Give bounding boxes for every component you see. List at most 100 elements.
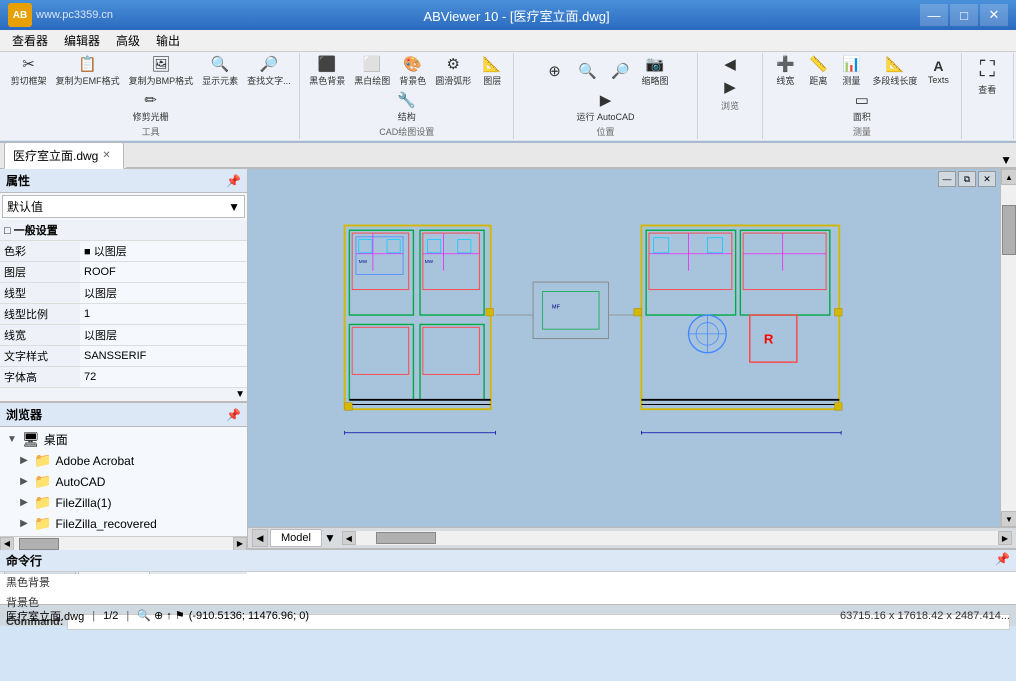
zoom-out-button[interactable]: 🔎: [605, 61, 637, 83]
structure-button[interactable]: 🔧 结构: [391, 90, 423, 125]
dwin-minimize[interactable]: —: [938, 171, 956, 187]
tree-expand-4[interactable]: ▶: [18, 518, 30, 529]
zoom-extend-button[interactable]: ⊕: [539, 61, 571, 83]
window-controls: — □ ✕: [920, 4, 1008, 26]
polyline-length-button[interactable]: 📐 多段线长度: [868, 54, 921, 89]
tree-item-4[interactable]: ▶ 📁 FileZilla_recovered: [2, 513, 245, 534]
prop-row-textheight: 字体高 72: [0, 367, 247, 388]
tree-item-0[interactable]: ▼ 🖥 桌面: [2, 429, 245, 450]
vscroll-track: [1001, 185, 1016, 511]
tree-expand-1[interactable]: ▶: [18, 455, 30, 466]
fullscreen-button[interactable]: ⛶ 查看: [962, 54, 1012, 98]
hscroll-right-btn[interactable]: ▶: [998, 531, 1012, 545]
drawing-hscrollbar[interactable]: ◀ ▶: [342, 531, 1012, 545]
hscroll-thumb[interactable]: [376, 532, 436, 544]
status-page: 1/2: [103, 610, 118, 622]
vscroll-thumb[interactable]: [1002, 205, 1016, 255]
status-coords: (-910.5136; 11476.96; 0): [189, 610, 309, 622]
left-panel: 属性 📌 默认值 ▼ □ 一般设置 色彩 ■ 以图层 图层: [0, 169, 248, 549]
window-title: ABViewer 10 - [医疗室立面.dwg]: [113, 6, 920, 25]
drawing-area[interactable]: — ⧉ ✕: [248, 169, 1016, 527]
copy-bmp-button[interactable]: 🖼 复制为BMP格式: [125, 54, 198, 89]
status-filename: 医疗室立面.dwg: [6, 608, 84, 624]
maximize-button[interactable]: □: [950, 4, 978, 26]
model-tabs: ◀ Model ▼ ◀ ▶: [248, 527, 1016, 549]
zoom-in-button[interactable]: 🔍: [572, 61, 604, 83]
tab-dropdown-icon[interactable]: ▼: [1000, 153, 1012, 167]
props-scroll-down[interactable]: ▼: [235, 389, 245, 400]
file-tab-0[interactable]: 医疗室立面.dwg ✕: [4, 142, 124, 169]
properties-table: □ 一般设置 色彩 ■ 以图层 图层 ROOF 线型 以图层: [0, 220, 247, 388]
trim-raster-button[interactable]: ✏ 修剪光栅: [129, 90, 173, 125]
next-page-button[interactable]: ▶: [714, 77, 746, 99]
drawing-container: — ⧉ ✕: [248, 169, 1016, 549]
show-elements-button[interactable]: 🔍 显示元素: [198, 54, 242, 89]
distance-button[interactable]: 📏 距离: [802, 54, 834, 89]
menu-output[interactable]: 输出: [148, 30, 188, 51]
tree-expand-3[interactable]: ▶: [18, 497, 30, 508]
dwin-close[interactable]: ✕: [978, 171, 996, 187]
minimize-button[interactable]: —: [920, 4, 948, 26]
vscroll-up-btn[interactable]: ▲: [1001, 169, 1016, 185]
status-left: 医疗室立面.dwg | 1/2 | 🔍 ⊕ ↑ ⚑ (-910.5136; 11…: [6, 608, 309, 624]
cut-frame-button[interactable]: ✂ 剪切框架: [7, 54, 51, 89]
linewidth-button[interactable]: ➕ 线宽: [769, 54, 801, 89]
tree-item-1[interactable]: ▶ 📁 Adobe Acrobat: [2, 450, 245, 471]
copy-emf-button[interactable]: 📋 复制为EMF格式: [52, 54, 124, 89]
browser-panel: 浏览器 📌 ▼ 🖥 桌面 ▶ 📁 Adobe Acrobat ▶ 📁 Auto: [0, 402, 247, 550]
vscroll-down-btn[interactable]: ▼: [1001, 511, 1016, 527]
smooth-arc-button[interactable]: ⚙ 圆滑弧形: [431, 54, 475, 89]
file-tab-label-0: 医疗室立面.dwg: [13, 147, 98, 164]
command-output-line-1: 黑色背景: [0, 572, 1016, 592]
measure-label: 测量: [853, 125, 871, 138]
bw-drawing-button[interactable]: ⬜ 黑白绘图: [350, 54, 394, 89]
area-button[interactable]: ▭ 面积: [846, 90, 878, 125]
browse-label: 浏览: [721, 99, 739, 112]
tree-hscroll-left[interactable]: ◀: [0, 537, 14, 551]
texts-button[interactable]: A Texts: [922, 56, 954, 87]
toolbar-row: ✂ 剪切框架 📋 复制为EMF格式 🖼 复制为BMP格式 🔍 显示元素 🔎: [0, 52, 1016, 141]
browser-pin[interactable]: 📌: [226, 408, 241, 422]
black-bg-button[interactable]: ⬛ 黑色背景: [305, 54, 349, 89]
layer-button[interactable]: 📐 图层: [476, 54, 508, 89]
svg-text:MW: MW: [359, 259, 368, 264]
toolbar: ✂ 剪切框架 📋 复制为EMF格式 🖼 复制为BMP格式 🔍 显示元素 🔎: [0, 52, 1016, 143]
drawing-vscrollbar[interactable]: ▲ ▼: [1000, 169, 1016, 527]
toolbar-group-browse: ◀ ▶ 浏览: [698, 53, 763, 139]
menu-advanced[interactable]: 高级: [108, 30, 148, 51]
tree-item-2[interactable]: ▶ 📁 AutoCAD: [2, 471, 245, 492]
prev-page-button[interactable]: ◀: [714, 54, 746, 76]
measure-button[interactable]: 📊 测量: [835, 54, 867, 89]
main-content: 属性 📌 默认值 ▼ □ 一般设置 色彩 ■ 以图层 图层: [0, 169, 1016, 549]
model-tab-model[interactable]: Model: [270, 529, 322, 547]
tree-expand-0[interactable]: ▼: [6, 434, 18, 445]
hscroll-left-btn[interactable]: ◀: [342, 531, 356, 545]
properties-pin[interactable]: 📌: [226, 174, 241, 188]
tree-hscroll-thumb[interactable]: [19, 538, 59, 550]
find-text-button[interactable]: 🔎 查找文字...: [243, 54, 295, 89]
tree-hscroll-right[interactable]: ▶: [233, 537, 247, 551]
thumbnail-button[interactable]: 📷 缩略图: [638, 54, 673, 89]
model-tab-controls: ▼: [324, 531, 336, 545]
command-area: 命令行 📌 黑色背景 背景色 Command:: [0, 549, 1016, 604]
model-tab-left[interactable]: ◀: [252, 529, 268, 547]
menu-editor[interactable]: 编辑器: [56, 30, 108, 51]
file-tab-close-0[interactable]: ✕: [102, 150, 110, 161]
status-sep2: |: [126, 610, 129, 622]
prop-row-layer: 图层 ROOF: [0, 262, 247, 283]
svg-text:MF: MF: [552, 304, 561, 310]
tree-item-3[interactable]: ▶ 📁 FileZilla(1): [2, 492, 245, 513]
prop-row-linewidth: 线宽 以图层: [0, 325, 247, 346]
dwin-restore[interactable]: ⧉: [958, 171, 976, 187]
bg-color-button[interactable]: 🎨 背景色: [395, 54, 430, 89]
model-tab-dropdown[interactable]: ▼: [324, 531, 336, 545]
tree-expand-2[interactable]: ▶: [18, 476, 30, 487]
run-autocad-button[interactable]: ▶ 运行 AutoCAD: [572, 90, 638, 125]
close-button[interactable]: ✕: [980, 4, 1008, 26]
menu-viewer[interactable]: 查看器: [4, 30, 56, 51]
status-indicator: 🔍 ⊕ ↑ ⚑: [137, 609, 184, 622]
properties-dropdown[interactable]: 默认值 ▼: [2, 195, 245, 218]
toolbar-group-view: ⛶ 查看: [962, 53, 1014, 139]
command-pin[interactable]: 📌: [995, 552, 1010, 569]
tree-hscrollbar[interactable]: ◀ ▶: [0, 536, 247, 550]
